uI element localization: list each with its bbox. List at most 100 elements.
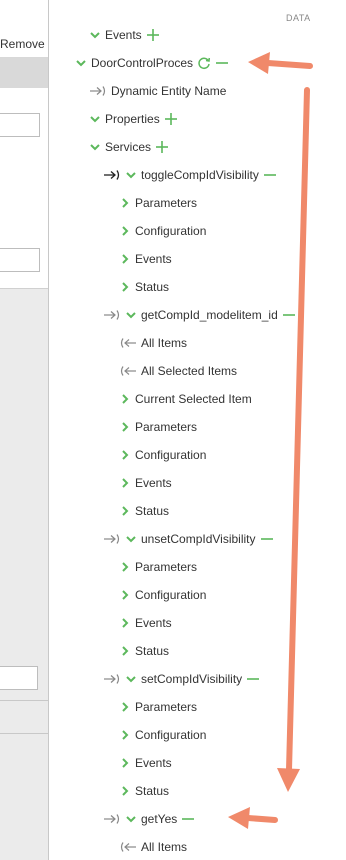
tree-label: Events [135, 756, 172, 770]
tree-row-services[interactable]: Services [89, 138, 169, 156]
tree-label: Configuration [135, 588, 207, 602]
tree-row-service-unset[interactable]: unsetCompIdVisibility [103, 530, 274, 548]
tree-label: Dynamic Entity Name [111, 84, 227, 98]
remove-button[interactable]: Remove [0, 37, 45, 51]
bind-arrow-icon [103, 813, 121, 825]
tree-row-service-toggle[interactable]: toggleCompIdVisibility [103, 166, 277, 184]
tree-label: Parameters [135, 700, 198, 714]
tree-label: unsetCompIdVisibility [141, 532, 256, 546]
add-icon[interactable] [146, 28, 160, 42]
chevron-right-icon[interactable] [119, 449, 131, 461]
tree-row-door-control[interactable]: DoorControlProces [75, 54, 229, 72]
add-icon[interactable] [164, 112, 178, 126]
bind-arrow-icon [89, 85, 107, 97]
annotation-arrow-getyes [228, 807, 278, 829]
tree-row-child[interactable]: Parameters [119, 698, 197, 716]
tree-row-child[interactable]: Status [119, 642, 169, 660]
left-text-input-1[interactable] [0, 113, 40, 137]
tree-row-service-set[interactable]: setCompIdVisibility [103, 670, 260, 688]
remove-icon[interactable] [282, 309, 296, 321]
tree-label: All Items [141, 336, 188, 350]
chevron-right-icon[interactable] [119, 617, 131, 629]
tree-row-child[interactable]: Parameters [119, 194, 197, 212]
annotation-arrow-door-control [248, 52, 313, 74]
left-divider-1 [0, 700, 49, 701]
tree-row-child[interactable]: Events [119, 614, 172, 632]
tree-row-all-items[interactable]: All Items [119, 334, 187, 352]
bind-arrow-icon [103, 533, 121, 545]
remove-icon[interactable] [260, 533, 274, 545]
chevron-down-icon[interactable] [75, 57, 87, 69]
chevron-right-icon[interactable] [119, 701, 131, 713]
tree-label: getYes [141, 812, 178, 826]
chevron-right-icon[interactable] [119, 197, 131, 209]
tree-label: Current Selected Item [135, 392, 252, 406]
chevron-right-icon[interactable] [119, 645, 131, 657]
tree-label: setCompIdVisibility [141, 672, 243, 686]
remove-icon[interactable] [246, 673, 260, 685]
tree-label: All Items [141, 840, 188, 854]
left-text-input-3[interactable] [0, 666, 38, 690]
refresh-icon[interactable] [197, 56, 211, 70]
remove-icon[interactable] [181, 813, 195, 825]
tree-row-child[interactable]: Events [119, 754, 172, 772]
tree-row-events[interactable]: Events [89, 26, 160, 44]
chevron-right-icon[interactable] [119, 477, 131, 489]
chevron-right-icon[interactable] [119, 421, 131, 433]
tree-row-child[interactable]: Status [119, 278, 169, 296]
left-panel-header: Remove [0, 0, 49, 58]
left-panel: Remove [0, 0, 49, 860]
tree-row-properties[interactable]: Properties [89, 110, 178, 128]
chevron-right-icon[interactable] [119, 393, 131, 405]
bind-arrow-icon [103, 309, 121, 321]
chevron-down-icon[interactable] [89, 29, 101, 41]
bind-source-icon [119, 365, 137, 377]
tree-row-child[interactable]: Configuration [119, 586, 206, 604]
chevron-down-icon[interactable] [89, 113, 101, 125]
tree-row-child[interactable]: Parameters [119, 418, 197, 436]
chevron-down-icon[interactable] [89, 141, 101, 153]
tree-row-child[interactable]: Parameters [119, 558, 197, 576]
chevron-down-icon[interactable] [125, 673, 137, 685]
tree-label: Events [105, 28, 142, 42]
panel-divider [48, 0, 49, 860]
tree-row-service-getyes[interactable]: getYes [103, 810, 195, 828]
remove-icon[interactable] [263, 169, 277, 181]
left-text-input-2[interactable] [0, 248, 40, 272]
chevron-down-icon[interactable] [125, 813, 137, 825]
tree-row-all-items[interactable]: All Items [119, 838, 187, 856]
tree-row-child[interactable]: Events [119, 474, 172, 492]
tree-row-child[interactable]: Events [119, 250, 172, 268]
chevron-right-icon[interactable] [119, 505, 131, 517]
annotation-arrow-vertical [277, 87, 310, 792]
tree-row-service-getcomp[interactable]: getCompId_modelitem_id [103, 306, 296, 324]
chevron-right-icon[interactable] [119, 589, 131, 601]
chevron-down-icon[interactable] [125, 309, 137, 321]
tree-label: All Selected Items [141, 364, 238, 378]
chevron-right-icon[interactable] [119, 225, 131, 237]
remove-icon[interactable] [215, 57, 229, 69]
left-panel-form [0, 88, 49, 289]
chevron-down-icon[interactable] [125, 169, 137, 181]
bind-source-icon [119, 337, 137, 349]
tree-row-child[interactable]: Current Selected Item [119, 390, 252, 408]
tree-row-child[interactable]: Configuration [119, 726, 206, 744]
chevron-right-icon[interactable] [119, 729, 131, 741]
tree-row-dynamic-entity[interactable]: Dynamic Entity Name [89, 82, 226, 100]
chevron-right-icon[interactable] [119, 253, 131, 265]
chevron-right-icon[interactable] [119, 561, 131, 573]
chevron-right-icon[interactable] [119, 757, 131, 769]
add-icon[interactable] [155, 140, 169, 154]
chevron-right-icon[interactable] [119, 785, 131, 797]
chevron-right-icon[interactable] [119, 281, 131, 293]
tree-row-all-selected[interactable]: All Selected Items [119, 362, 237, 380]
tree-row-child[interactable]: Status [119, 502, 169, 520]
tree-row-child[interactable]: Status [119, 782, 169, 800]
tree-label: DoorControlProces [91, 56, 194, 70]
tree-label: Parameters [135, 420, 198, 434]
tree-label: Status [135, 644, 170, 658]
chevron-down-icon[interactable] [125, 533, 137, 545]
tree-row-child[interactable]: Configuration [119, 446, 206, 464]
tree-label: Events [135, 476, 172, 490]
tree-row-child[interactable]: Configuration [119, 222, 206, 240]
